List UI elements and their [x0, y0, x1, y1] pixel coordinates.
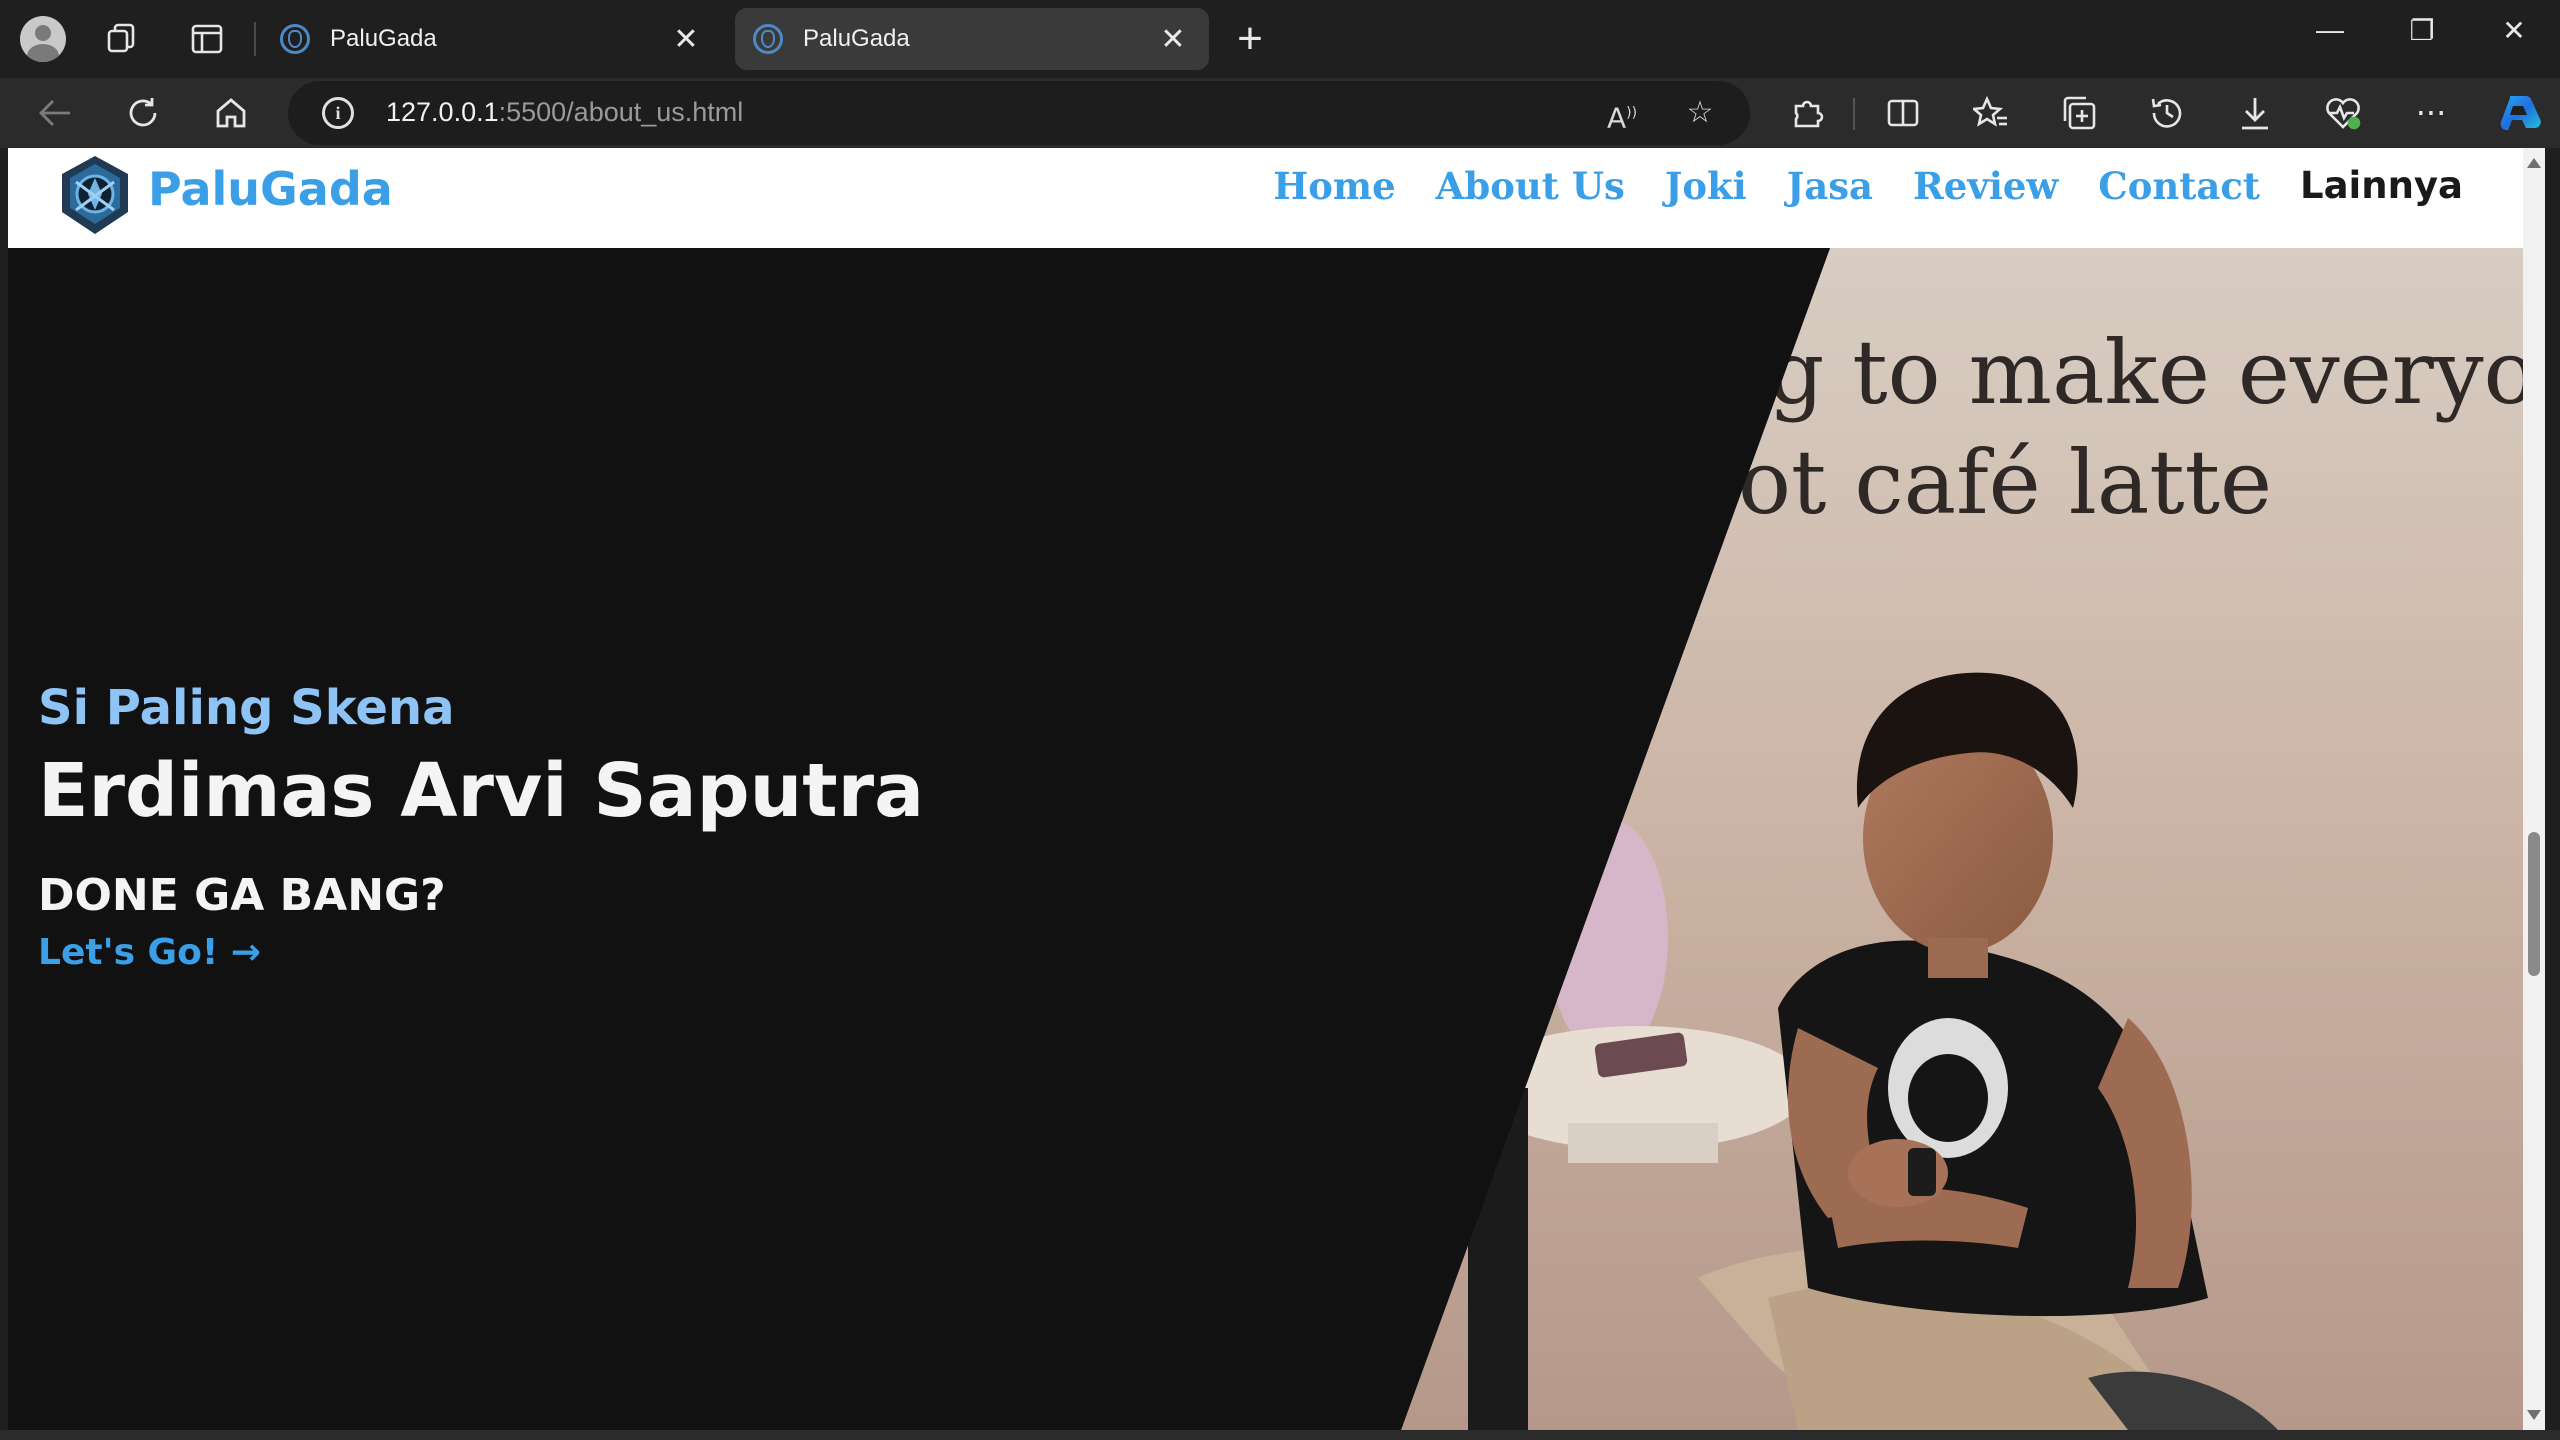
page-viewport: g to make everyo ot café latte PaluGada … — [8, 148, 2523, 1430]
main-nav: Home About Us Joki Jasa Review Contact L… — [1273, 164, 2463, 208]
hero-subtitle: Si Paling Skena — [38, 680, 455, 736]
palugada-favicon-icon — [753, 24, 783, 54]
collections-icon[interactable] — [2054, 88, 2104, 138]
site-info-icon[interactable]: i — [322, 97, 354, 129]
read-aloud-icon[interactable]: A)) — [1600, 91, 1644, 135]
more-icon[interactable]: ··· — [2406, 88, 2456, 138]
downloads-icon[interactable] — [2230, 88, 2280, 138]
nav-contact[interactable]: Contact — [2098, 164, 2260, 208]
browser-toolbar: i 127.0.0.1:5500/about_us.html A)) ☆ ··· — [0, 78, 2560, 148]
tab-active[interactable]: PaluGada ✕ — [735, 8, 1209, 70]
palugada-logo-icon[interactable] — [52, 152, 138, 238]
wall-text-line-1: g to make everyo — [1768, 321, 2523, 424]
close-window-button[interactable]: ✕ — [2484, 14, 2544, 47]
url-path: :5500/about_us.html — [498, 97, 744, 127]
hero-photo: g to make everyo ot café latte — [8, 248, 2523, 1430]
nav-lainnya[interactable]: Lainnya — [2300, 164, 2463, 208]
nav-joki[interactable]: Joki — [1665, 164, 1747, 208]
nav-review[interactable]: Review — [1913, 164, 2058, 208]
window-bottom-edge — [0, 1430, 2560, 1440]
tab-inactive[interactable]: PaluGada ✕ — [262, 8, 722, 70]
wall-text-line-2: ot café latte — [1738, 431, 2272, 534]
workspaces-icon[interactable] — [100, 16, 146, 62]
minimize-button[interactable]: — — [2300, 14, 2360, 46]
address-bar[interactable]: i 127.0.0.1:5500/about_us.html A)) ☆ — [288, 81, 1750, 145]
tab-separator — [254, 22, 256, 56]
home-icon[interactable] — [206, 88, 256, 138]
history-icon[interactable] — [2142, 88, 2192, 138]
browser-essentials-icon[interactable] — [2318, 88, 2368, 138]
nav-jasa[interactable]: Jasa — [1787, 164, 1873, 208]
copilot-icon[interactable] — [2494, 88, 2544, 138]
back-icon[interactable] — [30, 88, 80, 138]
palugada-favicon-icon — [280, 24, 310, 54]
page-scrollbar[interactable] — [2523, 148, 2545, 1430]
favorites-icon[interactable] — [1966, 88, 2016, 138]
hero-tagline: DONE GA BANG? — [38, 870, 446, 921]
scroll-thumb[interactable] — [2528, 832, 2540, 976]
tab-actions-icon[interactable] — [184, 16, 230, 62]
restore-button[interactable]: ❐ — [2392, 14, 2452, 47]
url-host: 127.0.0.1 — [386, 97, 499, 127]
url-text[interactable]: 127.0.0.1:5500/about_us.html — [386, 97, 743, 128]
nav-home[interactable]: Home — [1273, 164, 1395, 208]
lets-go-link[interactable]: Let's Go! → — [38, 932, 261, 973]
scroll-down-arrow-icon[interactable] — [2527, 1410, 2541, 1420]
close-tab-icon[interactable]: ✕ — [1155, 22, 1191, 57]
scroll-up-arrow-icon[interactable] — [2527, 158, 2541, 168]
toolbar-separator — [1853, 98, 1855, 130]
brand-name[interactable]: PaluGada — [148, 162, 393, 216]
nav-about-us[interactable]: About Us — [1436, 164, 1625, 208]
tab-title: PaluGada — [330, 25, 437, 52]
site-navbar: PaluGada Home About Us Joki Jasa Review … — [8, 148, 2523, 248]
favorite-star-icon[interactable]: ☆ — [1678, 91, 1722, 135]
browser-window: PaluGada ✕ PaluGada ✕ + — ❐ ✕ i 127.0.0.… — [0, 0, 2560, 1440]
hero-name: Erdimas Arvi Saputra — [38, 748, 925, 834]
new-tab-button[interactable]: + — [1225, 14, 1275, 64]
tab-strip: PaluGada ✕ PaluGada ✕ + — ❐ ✕ — [0, 0, 2560, 78]
split-screen-icon[interactable] — [1878, 88, 1928, 138]
tab-title: PaluGada — [803, 25, 910, 52]
close-tab-icon[interactable]: ✕ — [668, 22, 704, 57]
profile-avatar[interactable] — [20, 16, 66, 62]
extensions-icon[interactable] — [1782, 88, 1832, 138]
refresh-icon[interactable] — [118, 88, 168, 138]
